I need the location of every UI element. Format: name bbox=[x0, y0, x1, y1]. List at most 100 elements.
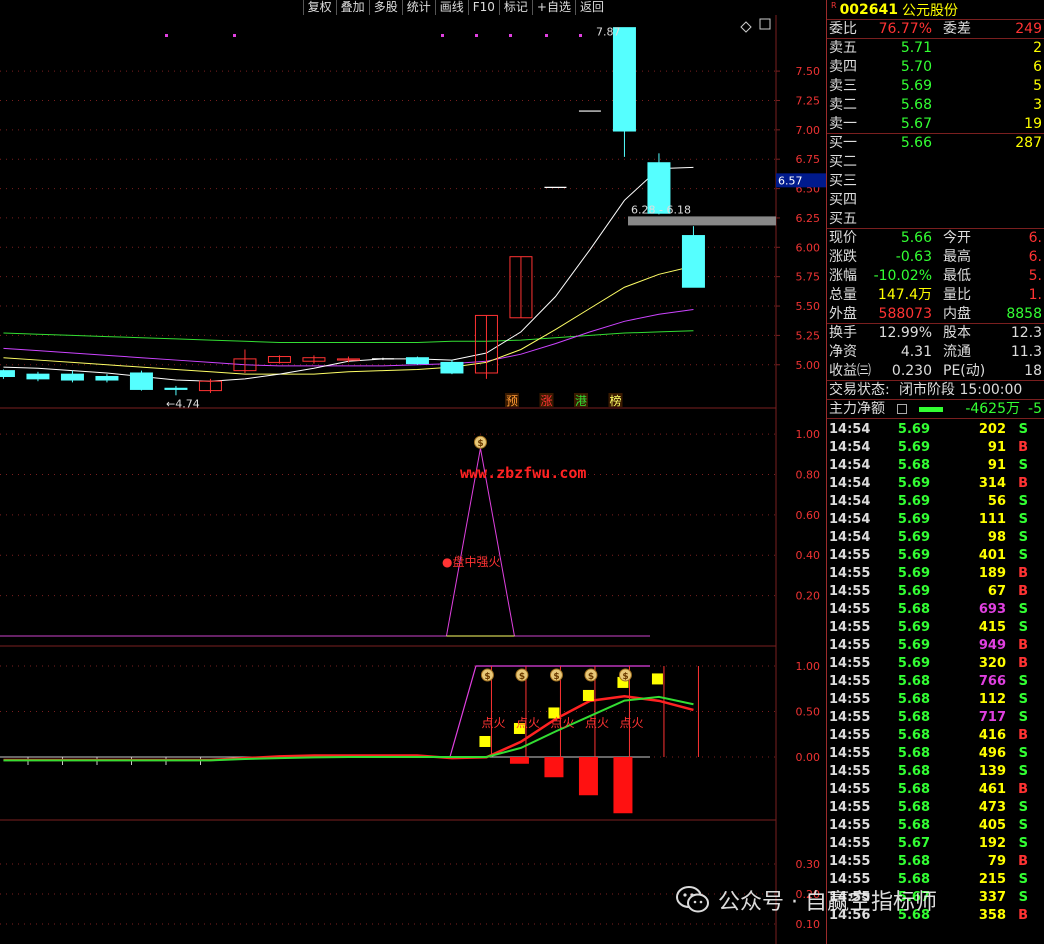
toolbar-button-back[interactable]: 返回 bbox=[574, 0, 608, 15]
tick-row[interactable]: 14:54 5.69 91 B bbox=[827, 439, 1044, 457]
event-tag[interactable]: 港 bbox=[575, 394, 587, 408]
diamond-icon[interactable] bbox=[740, 21, 752, 33]
bid-row[interactable]: 买五 bbox=[827, 210, 1044, 229]
y-tick-label: 0.10 bbox=[796, 918, 821, 931]
tick-row[interactable]: 14:55 5.69 949 B bbox=[827, 637, 1044, 655]
tick-row[interactable]: 14:55 5.68 717 S bbox=[827, 709, 1044, 727]
candle-body[interactable] bbox=[612, 27, 636, 132]
tick-row[interactable]: 14:55 5.68 79 B bbox=[827, 853, 1044, 871]
tick-row[interactable]: 14:55 5.68 112 S bbox=[827, 691, 1044, 709]
toolbar-button-mark[interactable]: 标记 bbox=[498, 0, 532, 15]
tick-row[interactable]: 14:55 5.67 192 S bbox=[827, 835, 1044, 853]
bid-row[interactable]: 买三 bbox=[827, 172, 1044, 191]
tick-time: 14:55 bbox=[829, 656, 871, 671]
tick-row[interactable]: 14:55 5.68 416 B bbox=[827, 727, 1044, 745]
tick-row[interactable]: 14:55 5.68 461 B bbox=[827, 781, 1044, 799]
signal-dot bbox=[233, 34, 236, 37]
toolbar-button-multi[interactable]: 多股 bbox=[368, 0, 402, 15]
quote-row[interactable]: 净资 4.31 流通 11.3 bbox=[827, 343, 1044, 362]
ask-row[interactable]: 卖二 5.68 3 bbox=[827, 96, 1044, 115]
candle-body[interactable] bbox=[164, 387, 188, 390]
quote-row[interactable]: 涨跌 -0.63 最高 6. bbox=[827, 248, 1044, 267]
fire-label: 点火 bbox=[550, 716, 574, 730]
tick-volume: 415 bbox=[978, 620, 1006, 635]
tick-volume: 189 bbox=[978, 566, 1006, 581]
tick-row[interactable]: 14:55 5.68 139 S bbox=[827, 763, 1044, 781]
event-tag[interactable]: 榜 bbox=[609, 393, 621, 408]
bid-label: 买五 bbox=[829, 211, 857, 227]
kline-chart-area[interactable]: 7.50 7.25 7.00 6.75 6.50 6.25 6.00 5.75 5.50 5.25… bbox=[0, 0, 826, 944]
tick-price: 5.68 bbox=[897, 674, 930, 689]
quote-row[interactable]: 收益㈢ 0.230 PE(动) 18 bbox=[827, 362, 1044, 381]
ask-row[interactable]: 卖四 5.70 6 bbox=[827, 58, 1044, 77]
candle-body[interactable] bbox=[129, 372, 153, 390]
quote-row[interactable]: 涨幅 -10.02% 最低 5. bbox=[827, 267, 1044, 286]
toolbar-button-watchlist[interactable]: +自选 bbox=[531, 0, 575, 15]
tick-list[interactable]: 14:54 5.69 202 S 14:54 5.69 91 B 14:54 5.68 91 S 14:… bbox=[827, 419, 1044, 925]
y-tick-label: 5.00 bbox=[796, 359, 821, 372]
tick-price: 5.68 bbox=[897, 818, 930, 833]
tick-price: 5.69 bbox=[897, 620, 930, 635]
ask-label: 卖四 bbox=[829, 59, 857, 75]
quote-row[interactable]: 总量 147.4万 量比 1. bbox=[827, 286, 1044, 305]
tick-row[interactable]: 14:55 5.69 67 B bbox=[827, 583, 1044, 601]
candle-body[interactable] bbox=[60, 373, 84, 381]
tick-row[interactable]: 14:55 5.68 693 S bbox=[827, 601, 1044, 619]
tick-row[interactable]: 14:54 5.69 111 S bbox=[827, 511, 1044, 529]
tick-volume: 91 bbox=[987, 458, 1006, 473]
toolbar-button-overlay[interactable]: 叠加 bbox=[335, 0, 369, 15]
tick-row[interactable]: 14:54 5.69 98 S bbox=[827, 529, 1044, 547]
event-tag[interactable]: 涨 bbox=[540, 393, 552, 408]
tick-row[interactable]: 14:54 5.68 91 S bbox=[827, 457, 1044, 475]
toolbar-button-fuquan[interactable]: 复权 bbox=[302, 0, 336, 15]
candle-body[interactable] bbox=[681, 235, 705, 288]
tick-side: S bbox=[1018, 890, 1028, 905]
quote-row[interactable]: 换手 12.99% 股本 12.3 bbox=[827, 324, 1044, 343]
bid-row[interactable]: 买四 bbox=[827, 191, 1044, 210]
toolbar-button-draw[interactable]: 画线 bbox=[434, 0, 468, 15]
ask-row[interactable]: 卖三 5.69 5 bbox=[827, 77, 1044, 96]
tick-row[interactable]: 14:54 5.69 314 B bbox=[827, 475, 1044, 493]
bid-row[interactable]: 买二 bbox=[827, 153, 1044, 172]
tick-price: 5.68 bbox=[897, 746, 930, 761]
tick-row[interactable]: 14:55 5.69 320 B bbox=[827, 655, 1044, 673]
tick-row[interactable]: 14:55 5.68 766 S bbox=[827, 673, 1044, 691]
toolbar-button-f10[interactable]: F10 bbox=[467, 0, 499, 15]
tick-side: S bbox=[1018, 746, 1028, 761]
tick-side: S bbox=[1018, 674, 1028, 689]
bid-row[interactable]: 买一 5.66 287 bbox=[827, 134, 1044, 153]
tick-row[interactable]: 14:54 5.69 56 S bbox=[827, 493, 1044, 511]
doc-icon[interactable] bbox=[897, 404, 907, 414]
signal-dot bbox=[579, 34, 582, 37]
kline-chart-svg[interactable]: 7.507.257.006.756.506.256.005.755.505.25… bbox=[0, 0, 826, 944]
toolbar-button-stats[interactable]: 统计 bbox=[401, 0, 435, 15]
candle-body[interactable] bbox=[440, 361, 464, 374]
tick-row[interactable]: 14:55 5.69 401 S bbox=[827, 547, 1044, 565]
y-tick-label: 6.00 bbox=[796, 241, 821, 254]
bid-label: 买二 bbox=[829, 154, 857, 170]
candle-body[interactable] bbox=[26, 373, 50, 380]
tick-row[interactable]: 14:55 5.69 415 S bbox=[827, 619, 1044, 637]
ma5-line bbox=[3, 166, 694, 382]
tick-price: 5.68 bbox=[897, 728, 930, 743]
tick-side: S bbox=[1018, 764, 1028, 779]
tick-side: B bbox=[1018, 584, 1028, 599]
quote-row[interactable]: 现价 5.66 今开 6. bbox=[827, 229, 1044, 248]
weicha-label: 委差 bbox=[943, 21, 971, 37]
candle-body[interactable] bbox=[0, 370, 15, 378]
candle-body[interactable] bbox=[95, 376, 119, 381]
tick-row[interactable]: 14:54 5.69 202 S bbox=[827, 421, 1044, 439]
negative-bar bbox=[578, 757, 598, 796]
ask-row[interactable]: 卖五 5.71 2 bbox=[827, 39, 1044, 58]
ask-row[interactable]: 卖一 5.67 19 bbox=[827, 115, 1044, 134]
quote-row[interactable]: 外盘 588073 内盘 8858 bbox=[827, 305, 1044, 324]
bid-label: 买三 bbox=[829, 173, 857, 189]
tick-row[interactable]: 14:55 5.68 405 S bbox=[827, 817, 1044, 835]
tick-row[interactable]: 14:55 5.68 496 S bbox=[827, 745, 1044, 763]
tick-row[interactable]: 14:55 5.69 189 B bbox=[827, 565, 1044, 583]
event-tag[interactable]: 预 bbox=[506, 394, 518, 408]
candle-body[interactable] bbox=[405, 357, 429, 365]
tick-row[interactable]: 14:55 5.68 473 S bbox=[827, 799, 1044, 817]
tick-volume: 717 bbox=[978, 710, 1006, 725]
panel-toggle-icon[interactable] bbox=[759, 18, 771, 30]
